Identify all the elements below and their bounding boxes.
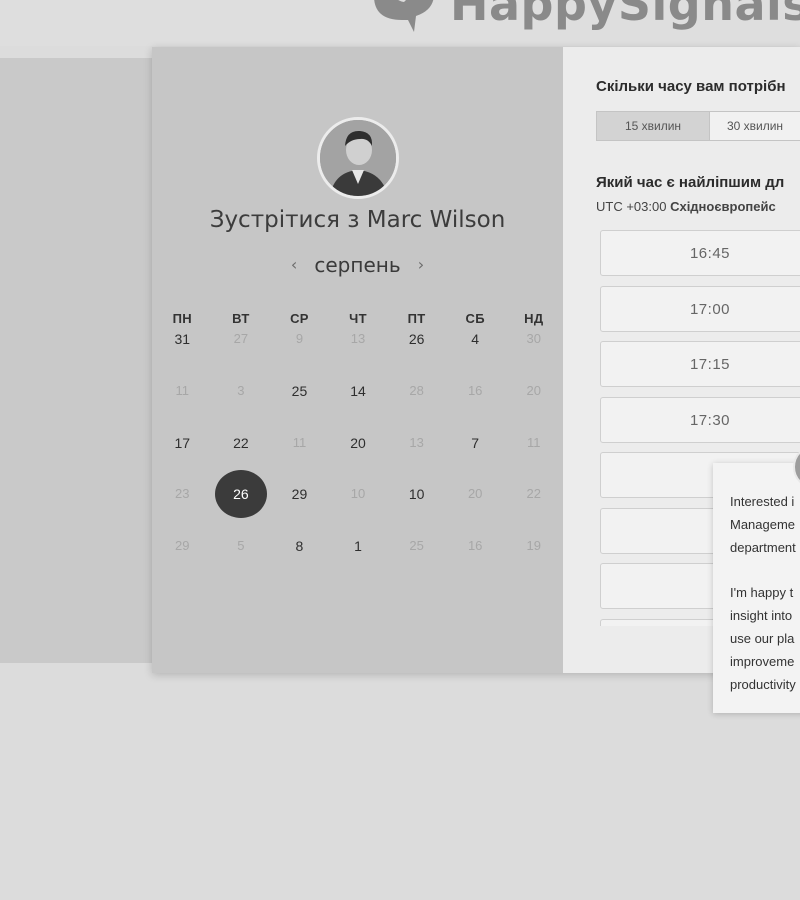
chat-line: I'm happy t bbox=[730, 585, 794, 600]
time-slot[interactable]: 16:45 bbox=[600, 230, 800, 276]
chat-line: productivity bbox=[730, 677, 796, 692]
duration-question: Скільки часу вам потрібн bbox=[596, 78, 786, 95]
calendar-day[interactable]: 22 bbox=[212, 428, 271, 458]
calendar-day[interactable]: 1 bbox=[329, 531, 388, 561]
calendar-panel: Зустрітися з Marc Wilson ‹ серпень › ПН … bbox=[152, 47, 563, 673]
duration-15-button[interactable]: 15 хвилин bbox=[596, 111, 710, 141]
calendar-day-disabled: 28 bbox=[409, 383, 424, 398]
chevron-left-icon[interactable]: ‹ bbox=[280, 255, 308, 274]
calendar-day-disabled: 22 bbox=[526, 486, 541, 501]
duration-toggle: 15 хвилин 30 хвилин bbox=[596, 111, 800, 141]
chat-popup[interactable]: Interested i Manageme department I'm hap… bbox=[713, 463, 800, 713]
calendar-day[interactable]: 17 bbox=[153, 428, 212, 458]
selected-day-number: 26 bbox=[233, 486, 249, 502]
calendar-day[interactable]: 26 bbox=[387, 324, 446, 354]
calendar-week: 31 27 9 13 26 4 30 bbox=[153, 324, 563, 354]
calendar-day-disabled: 20 bbox=[526, 383, 541, 398]
calendar-week: 17 22 11 20 13 7 11 bbox=[153, 428, 563, 458]
calendar-day[interactable]: 29 bbox=[270, 479, 329, 509]
time-question: Який час є найліпшим дл bbox=[596, 174, 785, 191]
calendar-day-disabled: 10 bbox=[350, 486, 366, 501]
chat-line: Interested i bbox=[730, 494, 795, 509]
top-bar: HappySignals bbox=[0, 0, 800, 46]
calendar-day-disabled: 27 bbox=[233, 331, 249, 346]
timezone-name: Східноєвропейс bbox=[670, 199, 776, 214]
chat-line: department bbox=[730, 540, 796, 555]
calendar-day-disabled: 3 bbox=[237, 383, 245, 398]
chat-line: use our pla bbox=[730, 631, 795, 646]
calendar-day-disabled: 13 bbox=[350, 331, 366, 346]
month-navigation: ‹ серпень › bbox=[152, 253, 563, 277]
timezone-offset: UTC +03:00 bbox=[596, 199, 667, 214]
calendar-day-disabled: 11 bbox=[527, 435, 541, 450]
calendar-day-disabled: 19 bbox=[526, 538, 541, 553]
calendar-day-disabled: 29 bbox=[175, 538, 190, 553]
calendar-day-disabled: 11 bbox=[175, 383, 190, 398]
chat-line: Manageme bbox=[730, 517, 796, 532]
meeting-title: Зустрітися з Marc Wilson bbox=[209, 207, 506, 233]
backdrop-panel bbox=[0, 58, 152, 663]
calendar-day-disabled: 5 bbox=[237, 538, 245, 553]
calendar-day-disabled: 11 bbox=[292, 435, 307, 450]
time-slot[interactable]: 17:15 bbox=[600, 341, 800, 387]
chevron-right-icon[interactable]: › bbox=[407, 255, 435, 274]
calendar-day[interactable]: 7 bbox=[446, 428, 505, 458]
brand-name: HappySignals bbox=[450, 0, 800, 31]
calendar-day[interactable]: 10 bbox=[387, 479, 446, 509]
timezone-label[interactable]: UTC +03:00 Східноєвропейс bbox=[596, 199, 776, 214]
calendar-day-disabled: 30 bbox=[526, 331, 541, 346]
time-slot[interactable]: 17:30 bbox=[600, 396, 800, 443]
scheduler-card: Зустрітися з Marc Wilson ‹ серпень › ПН … bbox=[152, 47, 800, 673]
month-label: серпень bbox=[314, 253, 401, 277]
calendar-day-disabled: 16 bbox=[467, 538, 483, 553]
calendar-day-disabled: 16 bbox=[467, 383, 483, 398]
calendar-day[interactable]: 20 bbox=[329, 428, 388, 458]
calendar-week: 23 26 29 10 10 20 22 bbox=[153, 470, 563, 518]
time-slot[interactable]: 17:00 bbox=[600, 285, 800, 332]
calendar-day-disabled: 13 bbox=[409, 435, 424, 450]
calendar-day-disabled: 9 bbox=[295, 331, 304, 346]
chat-line: insight into bbox=[730, 608, 793, 623]
duration-30-button[interactable]: 30 хвилин bbox=[710, 111, 800, 141]
calendar-day-disabled: 23 bbox=[175, 486, 190, 501]
calendar-week: 11 3 25 14 28 16 20 bbox=[153, 376, 563, 406]
calendar-day-disabled: 20 bbox=[467, 486, 483, 501]
calendar-day-selected[interactable]: 26 bbox=[212, 470, 271, 518]
calendar-day[interactable]: 31 bbox=[153, 324, 212, 354]
calendar-day[interactable]: 4 bbox=[446, 324, 505, 354]
happysignals-logo: HappySignals bbox=[368, 0, 800, 34]
calendar-week: 29 5 8 1 25 16 19 bbox=[153, 531, 563, 561]
calendar-day[interactable]: 14 bbox=[329, 376, 388, 406]
calendar-day[interactable]: 25 bbox=[270, 376, 329, 406]
speech-bubble-icon bbox=[368, 0, 438, 32]
avatar bbox=[317, 117, 399, 199]
calendar-day-disabled: 25 bbox=[409, 538, 424, 553]
calendar-day[interactable]: 8 bbox=[270, 531, 329, 561]
chat-line: improveme bbox=[730, 654, 795, 669]
